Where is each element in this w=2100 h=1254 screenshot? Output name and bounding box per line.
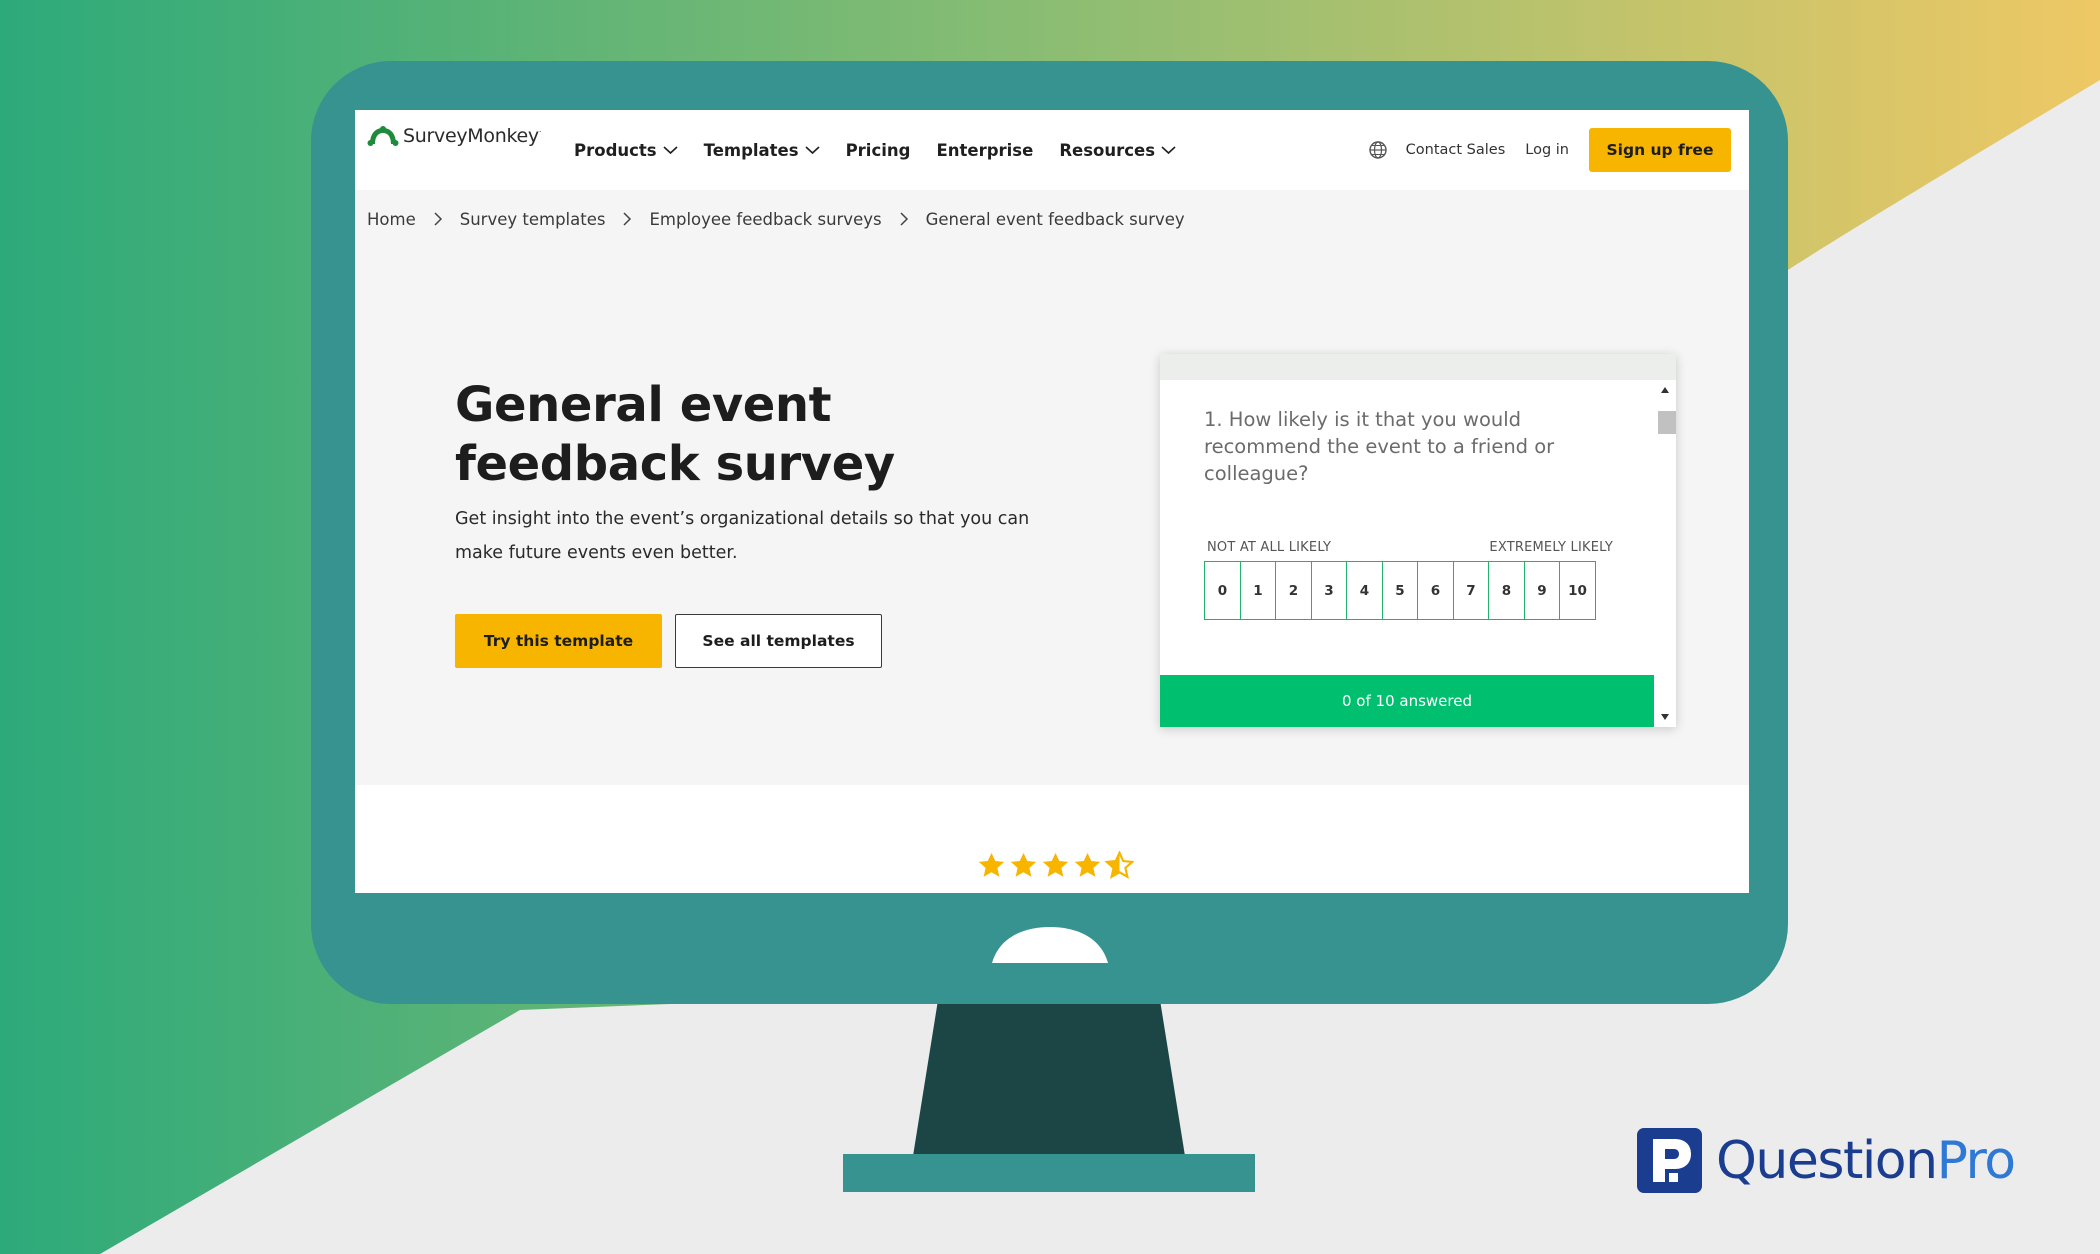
preview-scrollbar[interactable]	[1654, 380, 1676, 727]
scroll-down-arrow-icon[interactable]	[1660, 713, 1670, 721]
scale-low-label: NOT AT ALL LIKELY	[1207, 540, 1332, 555]
nav-templates-label: Templates	[703, 140, 799, 160]
nav-templates[interactable]: Templates	[704, 141, 820, 160]
nav-pricing[interactable]: Pricing	[846, 141, 911, 160]
scale-option[interactable]: 7	[1452, 561, 1490, 620]
scale-option[interactable]: 9	[1523, 561, 1561, 620]
progress-bar: 0 of 10 answered	[1160, 675, 1654, 727]
scale-option[interactable]: 1	[1239, 561, 1277, 620]
page-description: Get insight into the event’s organizatio…	[455, 509, 1030, 563]
globe-icon[interactable]	[1368, 140, 1388, 160]
monitor-logo-dome	[992, 927, 1108, 989]
breadcrumb-survey-templates[interactable]: Survey templates	[460, 210, 606, 229]
questionpro-logo-icon	[1637, 1128, 1702, 1193]
scale-option[interactable]: 6	[1417, 561, 1454, 620]
scroll-up-arrow-icon[interactable]	[1660, 386, 1670, 394]
star-full-icon	[1010, 852, 1037, 877]
surveymonkey-logo[interactable]: SurveyMonkey·	[367, 124, 541, 148]
page-title: General event feedback survey	[455, 377, 895, 492]
chevron-right-icon	[900, 212, 908, 226]
scale-high-label: EXTREMELY LIKELY	[1489, 540, 1613, 555]
scale-option[interactable]: 2	[1275, 561, 1312, 620]
star-full-icon	[978, 852, 1005, 877]
survey-preview-header	[1160, 354, 1676, 380]
breadcrumb-current: General event feedback survey	[925, 209, 1185, 229]
scale-option[interactable]: 5	[1381, 561, 1419, 620]
website-screen: SurveyMonkey· Products Templates Pricing…	[355, 110, 1749, 893]
scale-option[interactable]: 4	[1346, 561, 1383, 620]
breadcrumb-home[interactable]: Home	[367, 210, 416, 229]
nav-products-label: Products	[574, 140, 657, 160]
scale-labels: NOT AT ALL LIKELY EXTREMELY LIKELY	[1207, 540, 1613, 555]
scale-option[interactable]: 3	[1310, 561, 1348, 620]
nps-scale: 0 1 2 3 4 5 6 7 8 9 10	[1204, 561, 1596, 620]
scale-option[interactable]: 8	[1488, 561, 1525, 620]
nav-resources[interactable]: Resources	[1059, 141, 1176, 160]
chevron-right-icon	[623, 212, 632, 226]
nav-products[interactable]: Products	[574, 141, 678, 160]
survey-question: 1. How likely is it that you would recom…	[1204, 408, 1555, 485]
star-full-icon	[1042, 852, 1069, 877]
chevron-right-icon	[434, 212, 442, 226]
star-full-icon	[1074, 852, 1101, 877]
login-link[interactable]: Log in	[1525, 142, 1569, 158]
surveymonkey-logo-text: SurveyMonkey·	[403, 125, 542, 147]
scale-option[interactable]: 0	[1204, 561, 1241, 620]
chevron-down-icon	[1161, 146, 1176, 155]
see-all-templates-button[interactable]: See all templates	[675, 614, 882, 668]
rating-stars	[977, 851, 1134, 880]
nav-enterprise-label: Enterprise	[936, 140, 1034, 160]
contact-sales-link[interactable]: Contact Sales	[1406, 142, 1506, 158]
chevron-down-icon	[805, 146, 820, 155]
questionpro-wordmark: Question Pro	[1716, 1128, 2017, 1194]
nav-pricing-label: Pricing	[845, 140, 911, 160]
signup-button[interactable]: Sign up free	[1589, 128, 1731, 172]
nav-enterprise[interactable]: Enterprise	[936, 141, 1033, 160]
star-half-icon	[1105, 851, 1134, 879]
breadcrumb: Home Survey templates Employee feedback …	[367, 206, 1185, 232]
questionpro-wordmark-question: Question	[1716, 1131, 1938, 1191]
nav-resources-label: Resources	[1059, 140, 1156, 160]
questionpro-wordmark-pro: Pro	[1936, 1131, 2017, 1191]
survey-preview: 1. How likely is it that you would recom…	[1160, 354, 1676, 727]
try-template-button[interactable]: Try this template	[455, 614, 662, 668]
main-nav: Products Templates Pricing Enterprise Re…	[574, 110, 1202, 190]
monitor-base	[843, 1154, 1255, 1192]
scale-option[interactable]: 10	[1559, 561, 1596, 620]
progress-text: 0 of 10 answered	[1342, 692, 1472, 710]
top-navbar: SurveyMonkey· Products Templates Pricing…	[355, 110, 1749, 190]
breadcrumb-employee-feedback[interactable]: Employee feedback surveys	[649, 210, 881, 229]
surveymonkey-logo-icon	[367, 126, 399, 146]
scroll-thumb[interactable]	[1658, 411, 1676, 434]
nav-right: Contact Sales Log in Sign up free	[1368, 110, 1731, 190]
chevron-down-icon	[663, 146, 678, 155]
